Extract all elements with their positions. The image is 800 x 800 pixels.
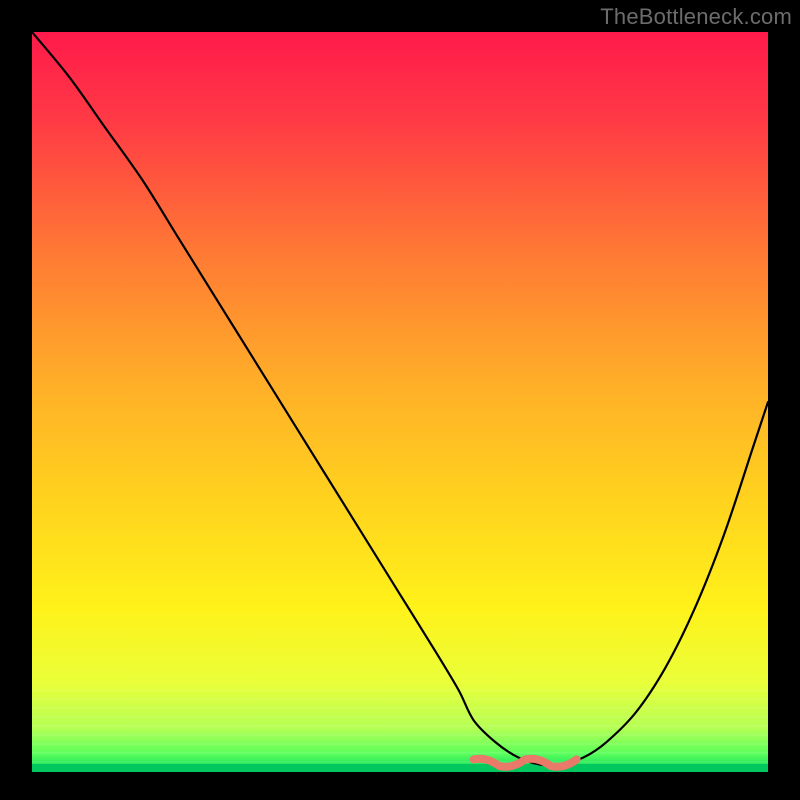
floor-strip	[32, 764, 768, 772]
bottleneck-curve-chart	[0, 0, 800, 800]
gradient-plot-area	[32, 32, 768, 772]
watermark-label: TheBottleneck.com	[600, 4, 792, 30]
chart-frame: TheBottleneck.com	[0, 0, 800, 800]
